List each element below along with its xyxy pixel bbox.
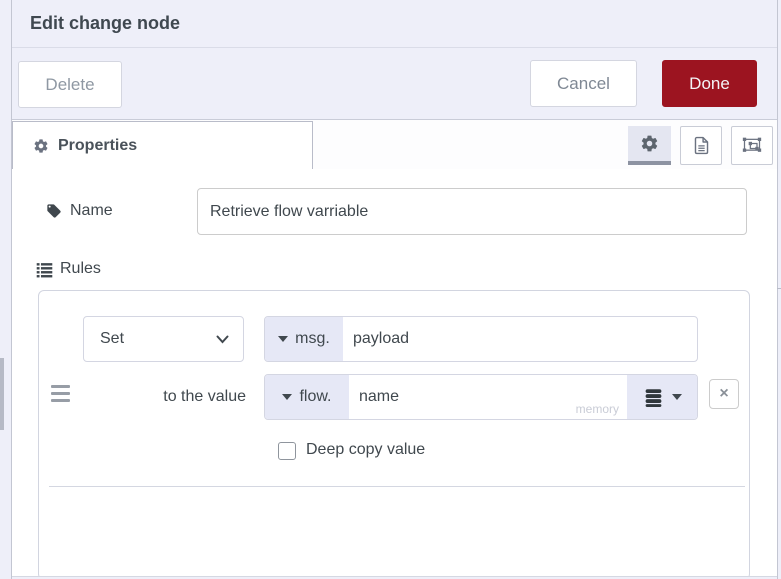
workspace-scrollbar[interactable] bbox=[0, 358, 4, 430]
store-select-button[interactable] bbox=[627, 375, 697, 419]
node-description-button[interactable] bbox=[680, 126, 722, 165]
triangle-down-icon bbox=[278, 336, 289, 342]
rule-divider bbox=[49, 486, 745, 487]
rule-value-typedinput: flow. memory bbox=[264, 374, 698, 420]
tag-icon bbox=[46, 203, 62, 219]
done-button[interactable]: Done bbox=[662, 60, 757, 107]
name-field-label: Name bbox=[46, 189, 113, 233]
target-prefix-label: msg. bbox=[295, 330, 330, 347]
workspace-edge bbox=[0, 0, 12, 579]
dialog-header: Edit change node bbox=[12, 0, 777, 48]
dialog-content: Name Rules Set msg. bbox=[12, 169, 777, 579]
name-label: Name bbox=[70, 202, 113, 219]
value-prefix-label: flow. bbox=[299, 388, 332, 405]
rules-label: Rules bbox=[60, 260, 101, 277]
node-settings-button[interactable] bbox=[628, 126, 671, 165]
rule-target-input[interactable] bbox=[343, 317, 697, 361]
dialog-buttonbar: Delete Cancel Done bbox=[12, 48, 777, 120]
file-icon bbox=[692, 136, 711, 155]
to-the-value-label: to the value bbox=[163, 388, 246, 405]
group-icon bbox=[742, 136, 762, 156]
triangle-down-icon bbox=[671, 394, 682, 400]
msg-prefix-button[interactable]: msg. bbox=[265, 317, 343, 361]
rules-section-label: Rules bbox=[36, 257, 101, 281]
rules-container: Set msg. to the value bbox=[38, 290, 750, 579]
chevron-down-icon bbox=[216, 335, 229, 344]
triangle-down-icon bbox=[282, 394, 293, 400]
node-appearance-button[interactable] bbox=[731, 126, 773, 165]
properties-tab-label: Properties bbox=[58, 137, 138, 154]
delete-button[interactable]: Delete bbox=[18, 61, 122, 108]
name-input[interactable] bbox=[197, 188, 747, 235]
rule-value-input[interactable] bbox=[349, 375, 627, 419]
deep-copy-checkbox[interactable] bbox=[278, 442, 296, 460]
tab-properties[interactable]: Properties bbox=[12, 121, 313, 170]
flow-prefix-button[interactable]: flow. bbox=[265, 375, 349, 419]
drag-handle-icon[interactable] bbox=[51, 385, 70, 402]
dialog-title: Edit change node bbox=[30, 13, 181, 33]
rule-action-select[interactable]: Set bbox=[83, 316, 244, 362]
edit-change-node-dialog: Edit change node Delete Cancel Done Prop… bbox=[0, 0, 781, 579]
gear-icon bbox=[33, 138, 49, 154]
remove-rule-button[interactable]: × bbox=[709, 379, 739, 409]
list-icon bbox=[36, 261, 53, 278]
deep-copy-label: Deep copy value bbox=[306, 441, 426, 458]
rule-target-typedinput: msg. bbox=[264, 316, 698, 362]
rule-action-value: Set bbox=[100, 330, 125, 347]
tab-row: Properties bbox=[12, 120, 781, 289]
tray-right-edge bbox=[777, 0, 778, 579]
cancel-button[interactable]: Cancel bbox=[530, 60, 637, 107]
gear-icon bbox=[640, 134, 659, 153]
database-icon bbox=[643, 387, 664, 408]
